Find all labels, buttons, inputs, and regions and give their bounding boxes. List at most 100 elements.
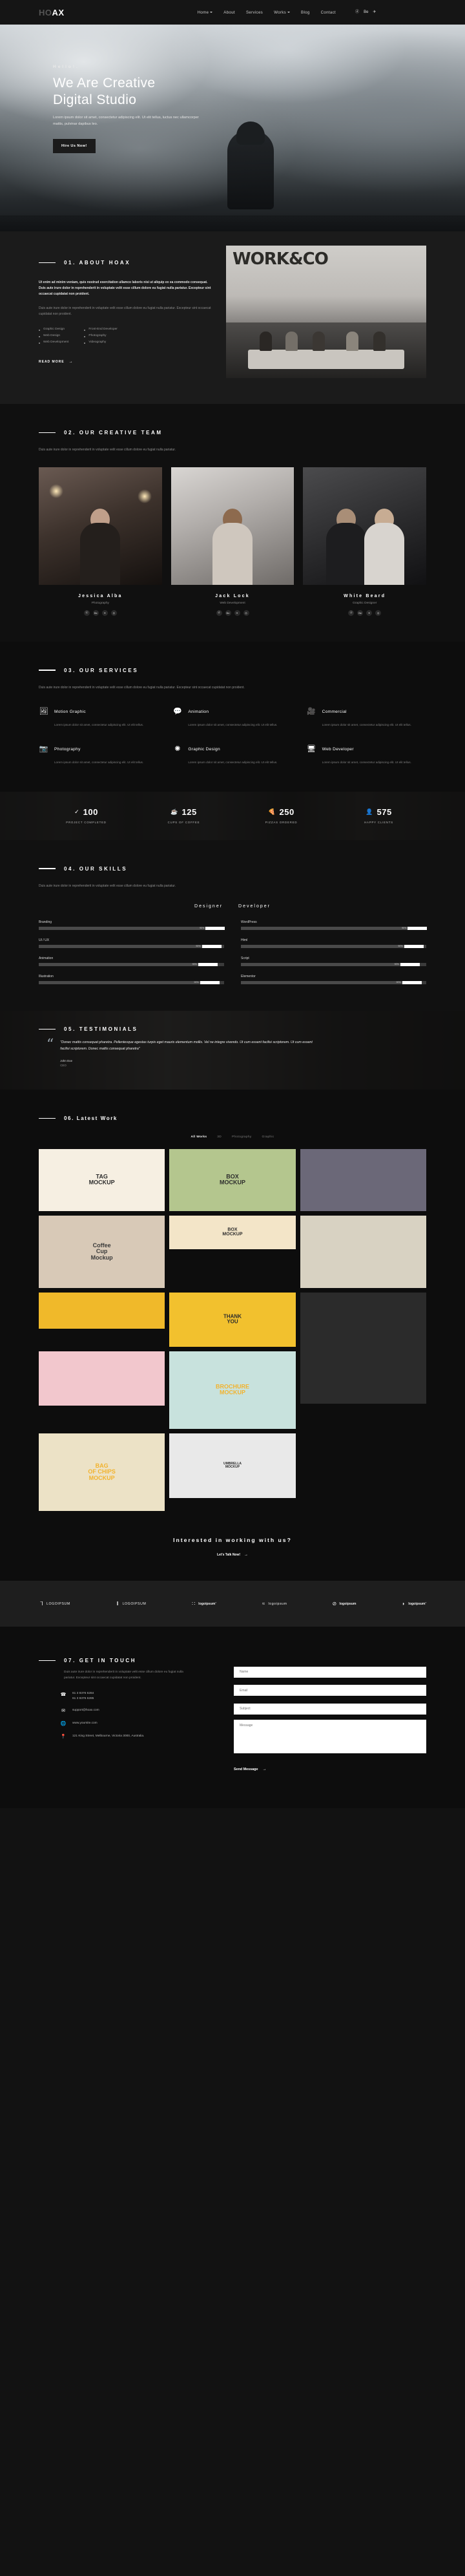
about-image-wordmark: WORK&CO: [232, 249, 329, 269]
counter-item: ☕ 125 CUPS OF COFFEE: [135, 807, 232, 824]
twitter-icon[interactable]: ✈: [366, 609, 373, 616]
work-item[interactable]: [300, 1216, 426, 1289]
hero-title-line1: We Are Creative: [53, 76, 156, 90]
contact-description: Duis aute irure dolor in reprehenderit i…: [64, 1671, 183, 1680]
counter-label: PROJECT COMPLETED: [66, 821, 107, 825]
instagram-icon[interactable]: ◎: [375, 609, 382, 616]
about-image-person: [313, 332, 325, 351]
read-more-link[interactable]: READ MORE →: [39, 360, 74, 364]
work-item[interactable]: [39, 1351, 165, 1406]
phone-line-2: 61 3 8376 6285: [72, 1697, 94, 1700]
about-title: 01. ABOUT HOAX: [64, 260, 131, 266]
work-item[interactable]: BAG OF CHIPS MOCKUP: [39, 1433, 165, 1512]
client-logo[interactable]: ⅂ LOGOIPSUM: [39, 1600, 70, 1607]
name-field[interactable]: [234, 1666, 426, 1678]
behance-icon[interactable]: Be: [225, 609, 231, 616]
subject-field[interactable]: [234, 1703, 426, 1715]
team-member-card[interactable]: Jack Lock Web Development ⓓ Be ✈ ◎: [170, 467, 294, 616]
send-message-button[interactable]: Send Message →: [234, 1768, 266, 1771]
client-logo[interactable]: ⊘ logoipsum: [331, 1600, 356, 1607]
skill-percent: 90%: [398, 944, 403, 947]
client-logo[interactable]: ‖ LOGOIPSUM: [115, 1600, 147, 1607]
skill-item: WordPress 90%: [241, 920, 428, 931]
waves-icon: ≈: [262, 1600, 265, 1607]
instagram-icon[interactable]: ◎: [243, 609, 249, 616]
client-logo[interactable]: ≈ logoipsum: [261, 1600, 287, 1607]
behance-icon[interactable]: Be: [357, 609, 364, 616]
nav-item-contact[interactable]: Contact: [321, 10, 336, 15]
site-logo[interactable]: HOAX: [39, 8, 65, 17]
work-item[interactable]: [39, 1293, 165, 1329]
counter-value: 250: [279, 807, 294, 818]
about-heading: 01. ABOUT HOAX: [39, 260, 213, 266]
testimonial-role: CEO: [60, 1063, 67, 1067]
client-logo[interactable]: ∷ logoipsum’: [191, 1600, 216, 1607]
service-desc: Lorem ipsum dolor sit amet, consectetur …: [322, 723, 411, 726]
service-card[interactable]: 💬 Animation Lorem ipsum dolor sit amet, co…: [172, 707, 292, 728]
contact-website[interactable]: www.yoursite.com: [72, 1721, 98, 1726]
work-item[interactable]: BOX MOCKUP: [169, 1216, 296, 1250]
nav-item-home[interactable]: Home: [198, 10, 213, 15]
service-card[interactable]: 🖥 Web Developer Lorem ipsum dolor sit amet…: [307, 744, 426, 765]
work-item[interactable]: TAG MOCKUP: [39, 1149, 165, 1212]
works-heading: 06. Latest Work: [39, 1115, 426, 1121]
twitter-icon[interactable]: ✈: [373, 10, 376, 14]
testimonials-heading: 05. TESTIMONIALS: [39, 1026, 426, 1032]
filter-3d[interactable]: 3D: [217, 1135, 222, 1139]
behance-icon[interactable]: Be: [92, 609, 99, 616]
email-field[interactable]: [234, 1685, 426, 1696]
work-item[interactable]: BOX MOCKUP: [169, 1149, 296, 1212]
service-name: Graphic Design: [188, 747, 220, 752]
service-card[interactable]: 🎥 Commercial Lorem ipsum dolor sit amet, c…: [307, 707, 426, 728]
team-member-card[interactable]: Jessica Alba Photography ⓓ Be ✈ ◎: [39, 467, 162, 616]
tab-developer[interactable]: Developer: [238, 904, 271, 909]
work-item[interactable]: THANK YOU: [169, 1293, 296, 1347]
dribbble-icon[interactable]: ⓓ: [355, 10, 359, 14]
message-field[interactable]: [234, 1719, 426, 1753]
work-item[interactable]: [300, 1149, 426, 1212]
team-member-role: Web Development: [220, 601, 245, 605]
dribbble-icon[interactable]: ⓓ: [216, 609, 222, 616]
work-item[interactable]: BROCHURE MOCKUP: [169, 1351, 296, 1430]
service-name: Commercial: [322, 710, 347, 714]
filter-photography[interactable]: Photography: [232, 1135, 252, 1139]
filter-graphic[interactable]: Graphic: [262, 1135, 274, 1139]
skill-name: Branding: [39, 920, 52, 925]
heading-dash-icon: [39, 1660, 56, 1662]
works-filters: All Works 3D Photography Graphic: [39, 1135, 426, 1139]
tab-designer[interactable]: Designer: [194, 904, 223, 909]
dribbble-icon[interactable]: ⓓ: [83, 609, 90, 616]
behance-icon[interactable]: Be: [364, 10, 368, 14]
lets-talk-link[interactable]: Let's Talk Now! →: [217, 1553, 248, 1557]
service-card[interactable]: 🖼 Motion Graphic Lorem ipsum dolor sit ame…: [39, 707, 158, 728]
team-member-name: White Beard: [344, 593, 386, 598]
twitter-icon[interactable]: ✈: [101, 609, 108, 616]
twitter-icon[interactable]: ✈: [234, 609, 240, 616]
client-logo[interactable]: ◗ logoipsum’: [400, 1600, 426, 1607]
send-label: Send Message: [234, 1767, 258, 1771]
service-card[interactable]: ✺ Graphic Design Lorem ipsum dolor sit ame…: [172, 744, 292, 765]
hire-us-button[interactable]: Hire Us Now!: [53, 138, 96, 153]
work-item[interactable]: Coffee Cup Mockup: [39, 1216, 165, 1289]
skills-designer-list: Branding 90% UI / UX 90% Animation 90% Illu…: [39, 920, 225, 993]
location-pin-icon: 📍: [60, 1735, 67, 1740]
work-item[interactable]: UMBRELLA MOCKUP: [169, 1433, 296, 1499]
filter-all-works[interactable]: All Works: [191, 1135, 207, 1139]
instagram-icon[interactable]: ◎: [110, 609, 117, 616]
nav-social-links: ⓓ Be ✈: [355, 10, 376, 14]
team-section: 02. OUR CREATIVE TEAM Duis aute irure do…: [0, 404, 465, 642]
service-name: Motion Graphic: [54, 710, 86, 714]
work-item[interactable]: [300, 1293, 426, 1404]
about-section: 01. ABOUT HOAX Ut enim ad minim veniam, …: [0, 231, 465, 404]
logo-prefix: HO: [39, 7, 52, 17]
service-card[interactable]: 📷 Photography Lorem ipsum dolor sit amet, …: [39, 744, 158, 765]
nav-item-works[interactable]: Works: [274, 10, 291, 15]
contact-email[interactable]: support@hoax.com: [72, 1708, 99, 1713]
nav-item-services[interactable]: Services: [246, 10, 263, 15]
image-stack-icon: 🖼: [39, 708, 48, 715]
chevron-down-icon: [210, 12, 213, 13]
dribbble-icon[interactable]: ⓓ: [348, 609, 355, 616]
team-member-card[interactable]: White Beard Graphic Designer ⓓ Be ✈ ◎: [303, 467, 427, 616]
nav-item-blog[interactable]: Blog: [301, 10, 310, 15]
nav-item-about[interactable]: About: [223, 10, 235, 15]
